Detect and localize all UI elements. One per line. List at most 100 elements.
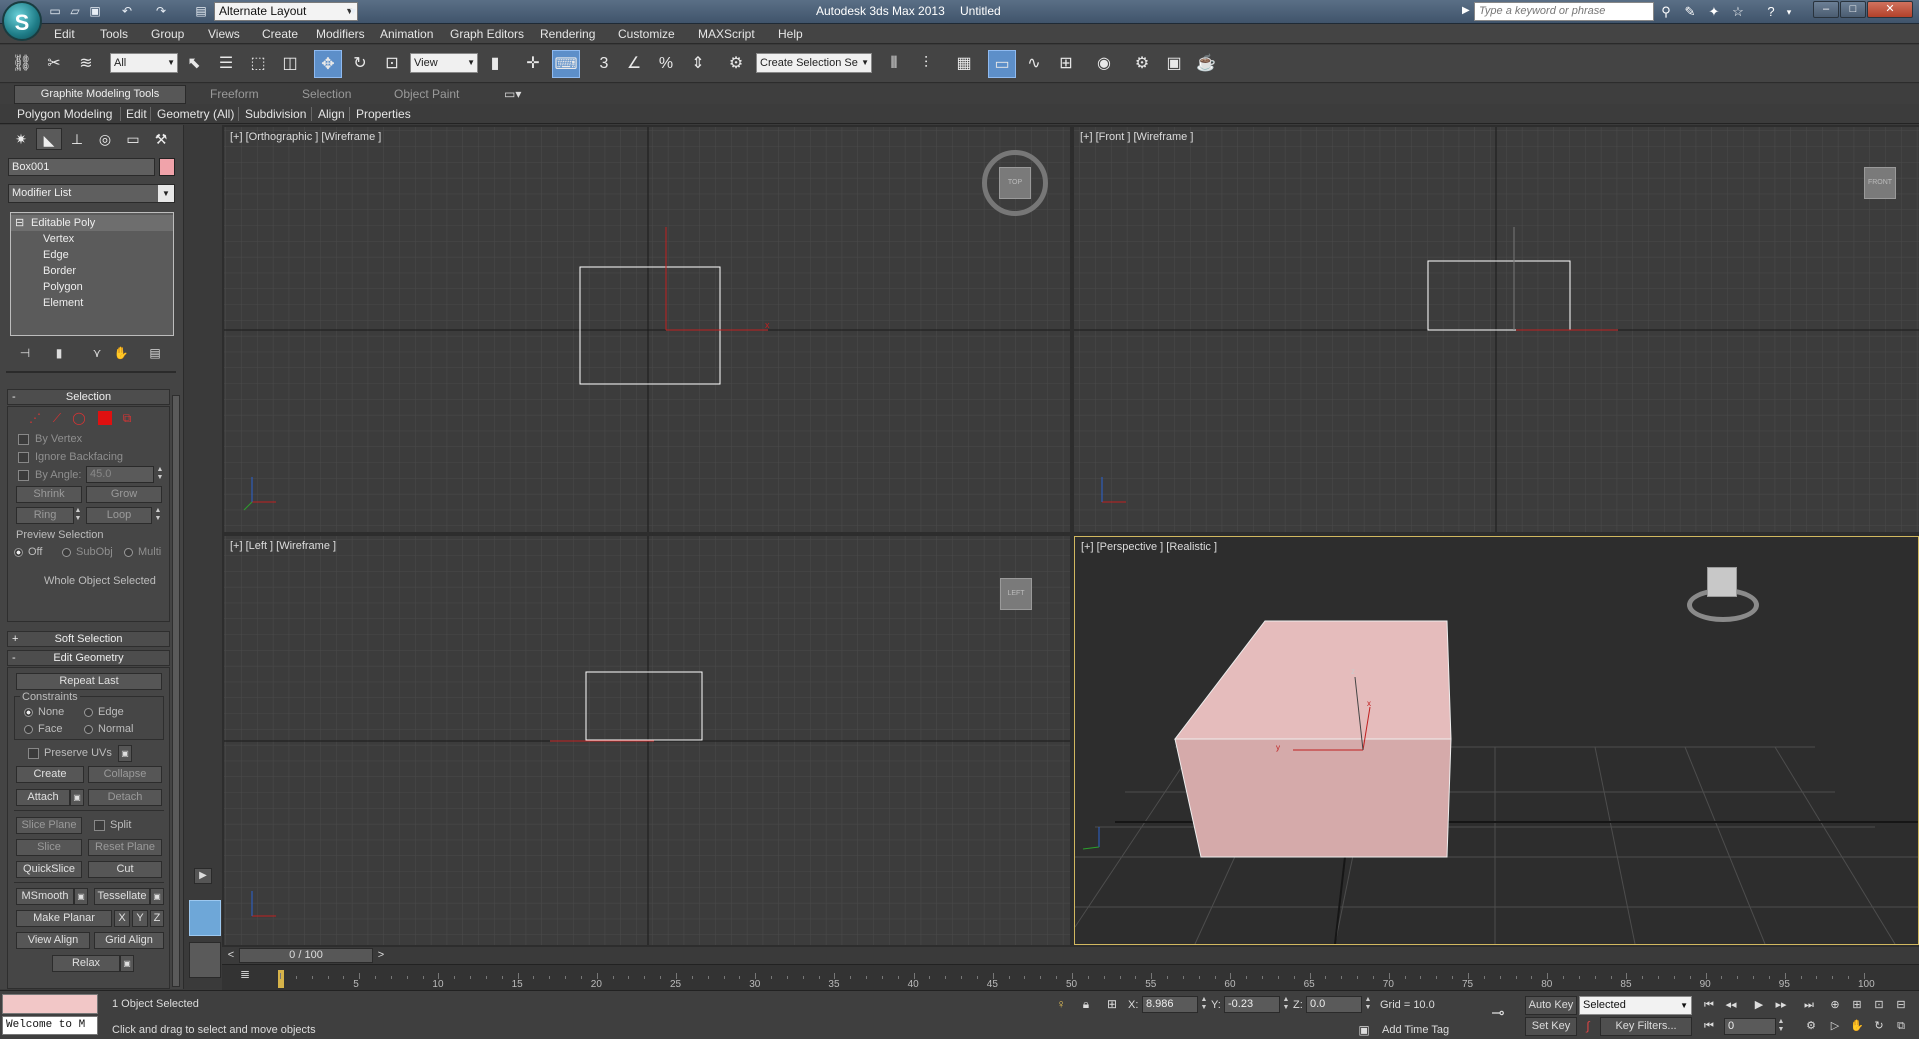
menu-graph-editors[interactable]: Graph Editors <box>450 27 524 41</box>
tab-graphite-modeling-tools[interactable]: Graphite Modeling Tools <box>14 85 186 104</box>
time-tag-icon[interactable]: ▣ <box>1356 1022 1372 1038</box>
menu-modifiers[interactable]: Modifiers <box>316 27 365 41</box>
workspace-dropdown[interactable]: Alternate Layout ▼ <box>214 2 358 21</box>
viewport-label-front[interactable]: [+] [Front ] [Wireframe ] <box>1080 131 1193 143</box>
selection-lock-icon[interactable]: 🔒︎ <box>1078 996 1094 1012</box>
keyboard-shortcut-override-icon[interactable]: ⌨ <box>552 50 580 78</box>
percent-snap-icon[interactable]: % <box>652 50 680 78</box>
configure-modifier-sets-icon[interactable]: ▤ <box>146 344 164 362</box>
panel-edit[interactable]: Edit <box>126 107 147 121</box>
viewcube-perspective[interactable] <box>1707 567 1737 597</box>
ribbon-options-icon[interactable]: ▭▾ <box>504 87 521 101</box>
modify-tab-icon[interactable]: ◣ <box>36 128 62 150</box>
panel-subdivision[interactable]: Subdivision <box>245 107 306 121</box>
play-arrow-icon[interactable]: ▶ <box>194 868 212 884</box>
material-editor-icon[interactable]: ◉ <box>1090 50 1118 78</box>
stack-item-element[interactable]: Element <box>11 295 173 311</box>
element-mode-icon[interactable]: ⧉ <box>120 411 134 425</box>
viewport-perspective[interactable]: [+] [Perspective ] [Realistic ] z x y <box>1074 536 1919 945</box>
coord-y-spinner-icon[interactable]: ▲ ▼ <box>1282 996 1290 1013</box>
display-tab-icon[interactable]: ▭ <box>120 128 146 150</box>
select-object-icon[interactable]: ⬉ <box>180 50 208 78</box>
constraint-edge-radio[interactable] <box>84 708 93 717</box>
schematic-view-icon[interactable]: ⊞ <box>1052 50 1080 78</box>
menu-group[interactable]: Group <box>151 27 184 41</box>
create-tab-icon[interactable]: ✷ <box>8 128 34 150</box>
select-by-name-icon[interactable]: ☰ <box>212 50 240 78</box>
redo-icon[interactable]: ↷ <box>153 3 169 19</box>
tab-selection[interactable]: Selection <box>302 87 351 101</box>
render-setup-icon[interactable]: ⚙ <box>1128 50 1156 78</box>
viewport-label-perspective[interactable]: [+] [Perspective ] [Realistic ] <box>1081 541 1217 553</box>
selection-filter-dropdown[interactable]: All ▼ <box>110 53 178 73</box>
time-slider-thumb[interactable]: 0 / 100 <box>239 948 373 963</box>
new-icon[interactable]: ▭ <box>47 3 63 19</box>
viewport-left[interactable]: [+] [Left ] [Wireframe ] LEFT <box>224 536 1070 945</box>
preview-off-radio[interactable] <box>14 548 23 557</box>
select-manipulate-icon[interactable]: ✛ <box>519 50 547 78</box>
time-slider[interactable]: < 0 / 100 > <box>222 947 1919 964</box>
attach-button[interactable]: Attach <box>16 789 70 806</box>
close-window-button[interactable]: ✕ <box>1867 1 1913 18</box>
pan-view-icon[interactable]: ✋ <box>1848 1018 1866 1035</box>
zoom-extents-all-icon[interactable]: ⊟ <box>1892 997 1910 1014</box>
absolute-transform-icon[interactable]: ⊞ <box>1104 996 1120 1012</box>
slice-plane-button[interactable]: Slice Plane <box>16 817 82 834</box>
constraint-normal-radio[interactable] <box>84 725 93 734</box>
loop-spinner-icon[interactable]: ▲ ▼ <box>154 507 162 524</box>
angle-spinner-icon[interactable]: ▲ ▼ <box>156 466 164 483</box>
rollout-selection-header[interactable]: - Selection <box>7 389 170 405</box>
viewport-label-orthographic[interactable]: [+] [Orthographic ] [Wireframe ] <box>230 131 381 143</box>
viewcube-front[interactable]: FRONT <box>1864 167 1896 199</box>
go-to-end-icon[interactable]: ⏭ <box>1800 997 1818 1014</box>
viewport-label-left[interactable]: [+] [Left ] [Wireframe ] <box>230 540 336 552</box>
menu-views[interactable]: Views <box>208 27 240 41</box>
minimize-button[interactable]: – <box>1813 1 1839 18</box>
loop-button[interactable]: Loop <box>86 507 152 524</box>
key-mode-toggle-icon[interactable]: ⏮ <box>1700 1018 1718 1035</box>
mini-curve-editor-icon[interactable]: ≣ <box>236 967 254 985</box>
next-frame-icon[interactable]: ▸▸ <box>1772 997 1790 1014</box>
msmooth-settings-button[interactable]: ▣ <box>74 888 88 905</box>
make-planar-z-button[interactable]: Z <box>150 910 164 927</box>
select-and-rotate-icon[interactable]: ↻ <box>346 50 374 78</box>
project-folder-icon[interactable]: ▤ <box>193 3 209 19</box>
border-mode-icon[interactable]: ◯ <box>72 411 86 425</box>
zoom-icon[interactable]: ⊕ <box>1826 997 1844 1014</box>
workspace-menu-arrow[interactable]: ▾ <box>345 3 361 19</box>
pin-stack-icon[interactable]: ⊣ <box>16 344 34 362</box>
preview-subobj-radio[interactable] <box>62 548 71 557</box>
coord-z-spinner-icon[interactable]: ▲ ▼ <box>1364 996 1372 1013</box>
by-vertex-checkbox[interactable] <box>18 434 29 445</box>
menu-help[interactable]: Help <box>778 27 803 41</box>
edit-named-selection-icon[interactable]: ⚙ <box>722 50 750 78</box>
make-planar-y-button[interactable]: Y <box>132 910 148 927</box>
go-to-start-icon[interactable]: ⏮ <box>1700 997 1718 1014</box>
split-checkbox[interactable] <box>94 820 105 831</box>
tessellate-button[interactable]: Tessellate <box>94 888 150 905</box>
maxscript-listener-output[interactable] <box>2 994 98 1014</box>
by-angle-input[interactable]: 45.0 <box>86 466 154 483</box>
viewport-layout-tab[interactable] <box>189 942 221 978</box>
keyword-search-input[interactable]: Type a keyword or phrase <box>1474 2 1654 21</box>
maxscript-mini-listener[interactable]: Welcome to M <box>2 1016 98 1035</box>
stack-item-edge[interactable]: Edge <box>11 247 173 263</box>
current-frame-spinner-icon[interactable]: ▲ ▼ <box>1777 1018 1785 1035</box>
polygon-mode-icon[interactable] <box>98 411 112 425</box>
unlink-icon[interactable]: ✂ <box>40 50 68 78</box>
open-icon[interactable]: ▱ <box>67 3 83 19</box>
stack-item-border[interactable]: Border <box>11 263 173 279</box>
select-and-move-icon[interactable]: ✥ <box>314 50 342 78</box>
subscription-icon[interactable]: ✎ <box>1681 3 1699 21</box>
communication-icon[interactable]: ✦ <box>1705 3 1723 21</box>
snaps-toggle-icon[interactable]: 3 <box>590 50 618 78</box>
make-planar-x-button[interactable]: X <box>114 910 130 927</box>
stack-item-vertex[interactable]: Vertex <box>11 231 173 247</box>
object-name-field[interactable]: Box001 <box>8 158 155 176</box>
search-expand-icon[interactable]: ▶ <box>1462 5 1470 16</box>
panel-align[interactable]: Align <box>318 107 345 121</box>
grow-button[interactable]: Grow <box>86 486 162 503</box>
tab-freeform[interactable]: Freeform <box>210 87 259 101</box>
utilities-tab-icon[interactable]: ⚒ <box>148 128 174 150</box>
stack-item-editable-poly[interactable]: ⊟ Editable Poly <box>11 215 173 231</box>
